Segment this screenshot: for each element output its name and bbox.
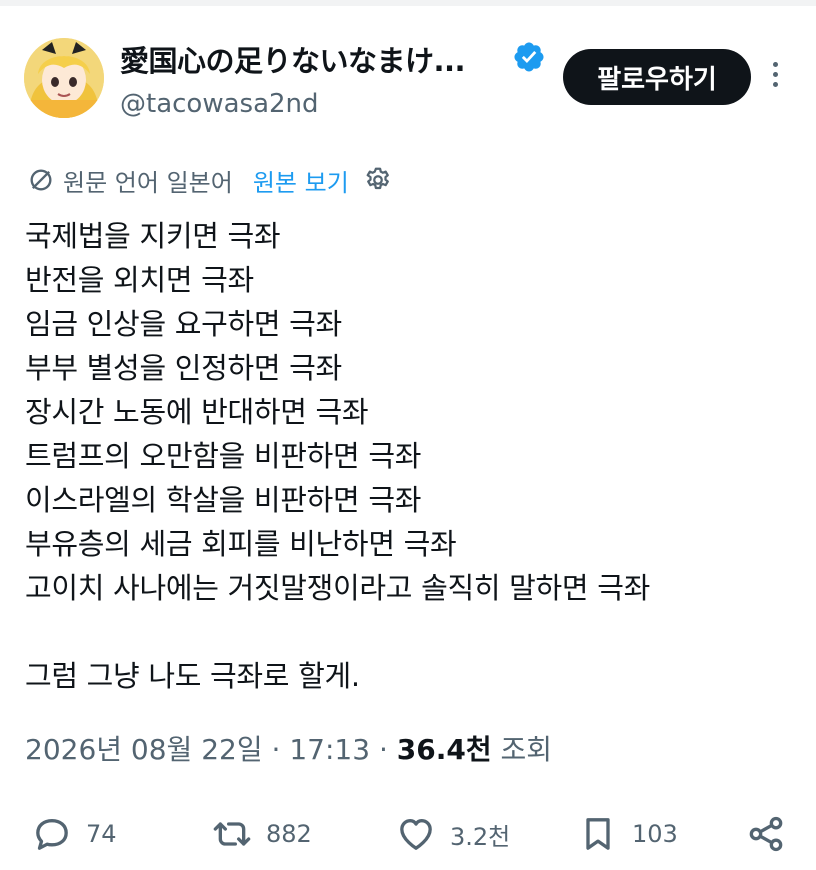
tweet-line: 국제법을 지키면 극좌 [25,219,281,253]
tweet-line: 부부 별성을 인정하면 극좌 [25,351,342,385]
bookmark-count: 103 [632,820,678,848]
avatar[interactable] [24,38,104,118]
separator: · [271,733,290,766]
views-label: 조회 [500,733,553,766]
share-button[interactable] [746,814,800,854]
retweet-icon [213,822,251,846]
tweet-line: 부유층의 세금 회피를 비난하면 극좌 [25,527,457,561]
follow-button[interactable]: 팔로우하기 [563,49,751,105]
post-time[interactable]: 17:13 [289,733,370,766]
tweet-line: 임금 인상을 요구하면 극좌 [25,307,342,341]
retweet-button[interactable]: 882 [212,814,312,854]
like-icon [400,819,432,850]
post-date[interactable]: 2026년 08월 22일 [25,733,263,766]
gear-icon[interactable] [363,165,393,195]
view-original-link[interactable]: 원본 보기 [253,163,349,198]
retweet-count: 882 [266,820,312,848]
reply-button[interactable]: 74 [32,814,117,854]
views-count: 36.4천 [396,733,492,766]
original-language-label: 원문 언어 일본어 [63,168,233,197]
bookmark-icon [586,818,610,850]
tweet-line: 반전을 외치면 극좌 [25,263,254,297]
separator: · [378,733,397,766]
tweet-line: 그럼 그냥 나도 극좌로 할게. [25,659,360,693]
reply-count: 74 [86,820,117,848]
more-icon[interactable] [768,62,782,90]
reply-icon [36,819,68,850]
tweet-text: 국제법을 지키면 극좌 반전을 외치면 극좌 임금 인상을 요구하면 극좌 부부… [25,214,650,698]
tweet-line: 고이치 사나에는 거짓말쟁이라고 솔직히 말하면 극좌 [25,571,650,605]
like-button[interactable]: 3.2천 [396,814,510,854]
author-handle[interactable]: @tacowasa2nd [120,89,319,119]
verified-badge-icon [514,42,544,72]
translation-bar: 원문 언어 일본어 원본 보기 [27,163,393,197]
bookmark-button[interactable]: 103 [578,814,678,854]
tweet-line: 이스라엘의 학살을 비판하면 극좌 [25,483,422,517]
top-divider [0,0,816,6]
tweet-meta: 2026년 08월 22일 · 17:13 · 36.4천 조회 [25,728,552,768]
author-display-name[interactable]: 愛国心の足りないなまけ... [120,38,466,80]
translate-icon [30,169,52,191]
tweet-line: 장시간 노동에 반대하면 극좌 [25,395,369,429]
like-count: 3.2천 [450,822,511,851]
tweet-line: 트럼프의 오만함을 비판하면 극좌 [25,439,422,473]
share-icon [749,816,783,852]
action-bar: 74 882 3.2천 103 [0,800,816,870]
